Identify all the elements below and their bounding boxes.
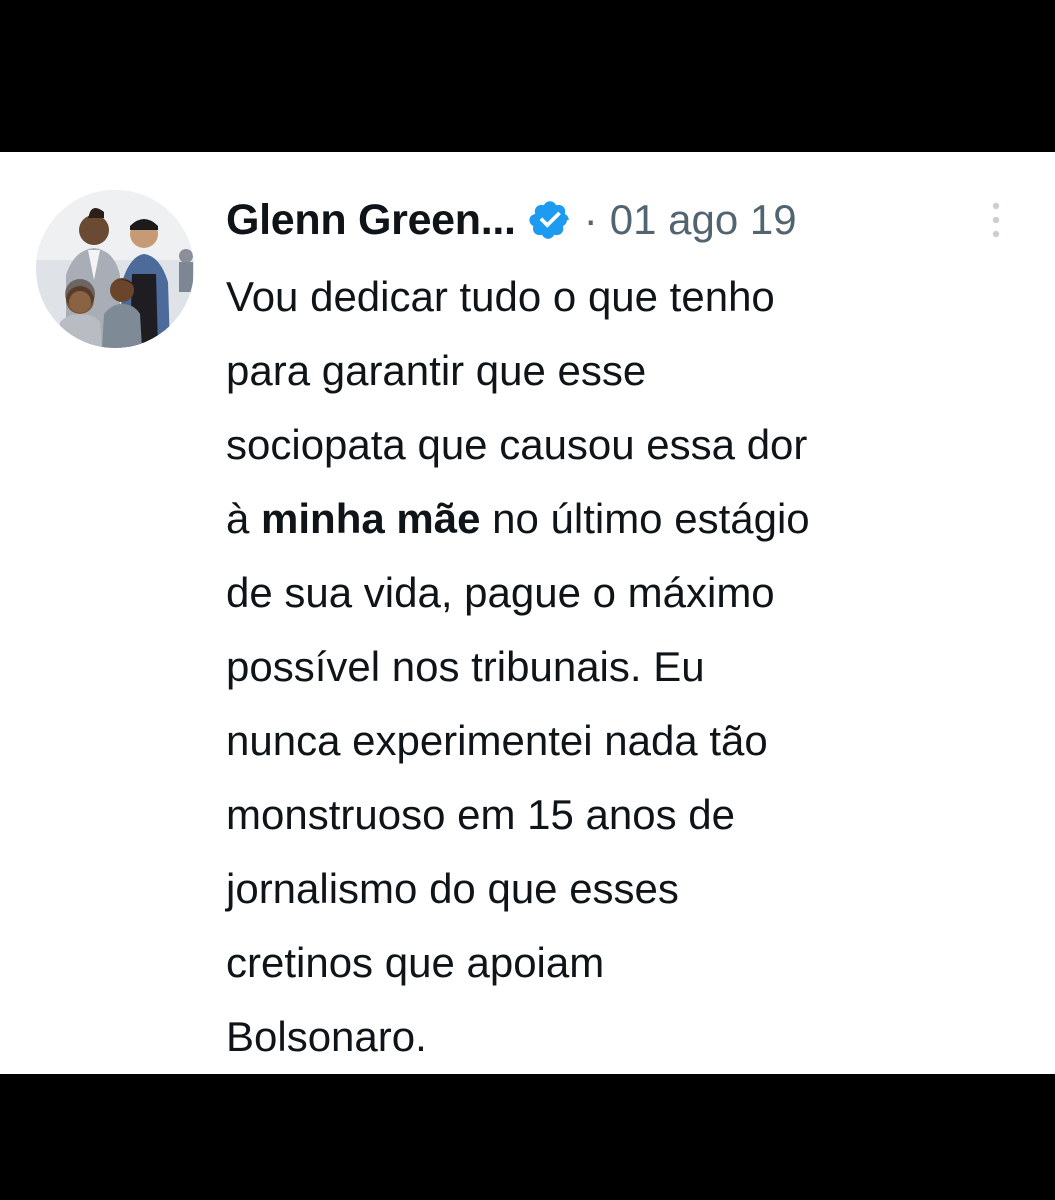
timestamp[interactable]: 01 ago 19	[610, 196, 797, 244]
author-name[interactable]: Glenn Green...	[226, 196, 516, 245]
tweet-text-line: Vou dedicar tudo o que tenho	[226, 273, 775, 320]
tweet-header: Glenn Green... · 01 ago 19	[226, 190, 797, 250]
letterbox-bottom	[0, 1074, 1055, 1200]
tweet-text-line: de sua vida, pague o máximo	[226, 569, 775, 616]
tweet-text: Vou dedicar tudo o que tenho para garant…	[226, 260, 1036, 1074]
tweet-text-line: possível nos tribunais. Eu	[226, 643, 705, 690]
tweet-text-line: nunca experimentei nada tão	[226, 717, 768, 764]
bold-emphasis: minha mãe	[261, 495, 481, 542]
letterbox-top	[0, 0, 1055, 150]
tweet-text-line: Bolsonaro.	[226, 1013, 427, 1060]
header-separator: ·	[583, 196, 598, 243]
tweet-card[interactable]: Glenn Green... · 01 ago 19 Vou dedicar t…	[0, 152, 1055, 1074]
tweet-text-line: cretinos que apoiam	[226, 939, 605, 986]
more-options-icon[interactable]	[986, 198, 1006, 242]
tweet-text-line: à minha mãe no último estágio	[226, 495, 810, 542]
tweet-text-line: para garantir que esse	[226, 347, 647, 394]
tweet-text-line: jornalismo do que esses	[226, 865, 679, 912]
tweet-text-line: monstruoso em 15 anos de	[226, 791, 735, 838]
avatar[interactable]	[36, 190, 194, 348]
verified-badge-icon	[528, 198, 572, 242]
tweet-text-line: sociopata que causou essa dor	[226, 421, 808, 468]
